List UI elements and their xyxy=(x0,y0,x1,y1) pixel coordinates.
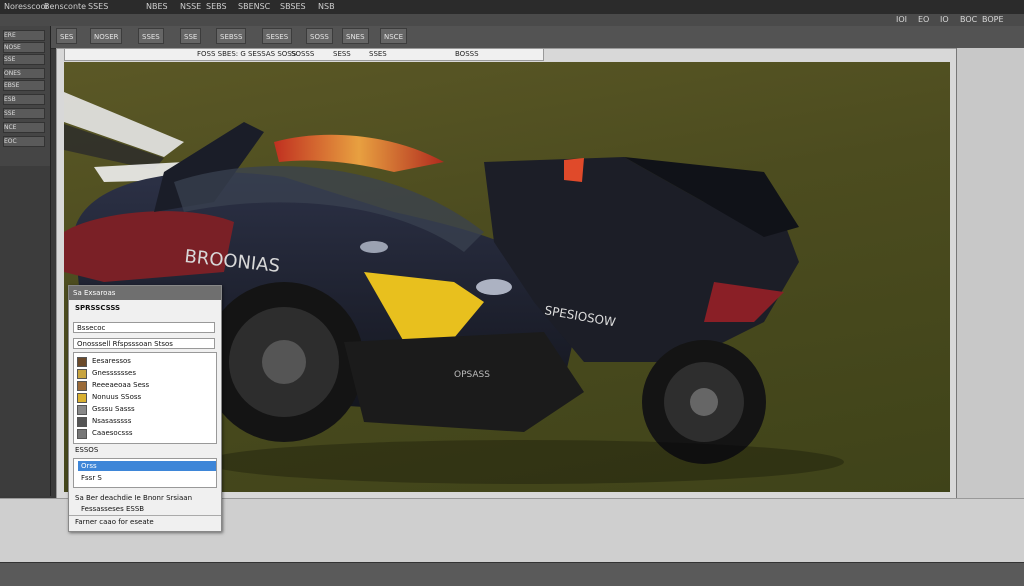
menu-item[interactable]: Noresscoor xyxy=(4,2,49,11)
menu-item[interactable]: NSSE xyxy=(180,2,201,11)
document-field[interactable]: SOSSS xyxy=(291,50,314,58)
menu-item[interactable]: SBSES xyxy=(280,2,306,11)
divider xyxy=(69,515,221,516)
menu-bar: Noresscoor Bensconte SSES NBES NSSE SEBS… xyxy=(0,0,1024,15)
option-selected[interactable]: Orss xyxy=(78,461,216,471)
toolbar-button[interactable]: SOSS xyxy=(306,28,333,44)
left-panel-item[interactable]: NCE xyxy=(3,122,45,133)
toolbar-button[interactable]: SSES xyxy=(138,28,164,44)
menu-item[interactable]: NSB xyxy=(318,2,335,11)
left-panel-item[interactable]: ONES xyxy=(3,68,45,79)
top-right-item[interactable]: IO xyxy=(940,15,949,24)
left-panel: ERE NOSE SSE ONES EBSE ESB SSE NCE EOC xyxy=(0,26,51,496)
list-item[interactable]: Gsssu Sasss xyxy=(92,405,135,413)
menu-item[interactable]: Bensconte xyxy=(44,2,86,11)
document-tab[interactable]: FOSS SBES: G SESSAS SOSS SOSSS SESS SSES… xyxy=(64,48,544,61)
dialog-footer-text: Sa Ber deachdie Ie Bnonr Srsiaan xyxy=(75,494,193,502)
toolbar-button[interactable]: SESES xyxy=(262,28,293,44)
menu-item[interactable]: SSES xyxy=(88,2,108,11)
document-title: FOSS SBES: G SESSAS SOSS xyxy=(197,50,297,58)
toolbar-button[interactable]: SSE xyxy=(180,28,202,44)
list-item[interactable]: Nonuus SSoss xyxy=(92,393,141,401)
toolbar-button[interactable]: NSCE xyxy=(380,28,407,44)
dialog-field[interactable]: Bssecoc xyxy=(73,322,215,333)
dialog-title: Sa Exsaroas xyxy=(69,286,221,300)
list-item[interactable]: Nsasasssss xyxy=(92,417,131,425)
top-right-item[interactable]: EO xyxy=(918,15,929,24)
document-field[interactable]: SESS xyxy=(333,50,351,58)
dialog-footer-text: Farner caao for eseate xyxy=(75,518,154,526)
menu-item[interactable]: SEBS xyxy=(206,2,227,11)
bike-decal-bottom: OPSASS xyxy=(454,370,490,380)
left-panel-layers xyxy=(0,166,50,496)
right-panel xyxy=(956,48,1024,498)
menu-item[interactable]: SBENSC xyxy=(238,2,270,11)
left-panel-item[interactable]: SSE xyxy=(3,54,45,65)
list-item[interactable]: Gnesssssses xyxy=(92,369,136,377)
list-item-icon xyxy=(77,405,87,415)
document-field[interactable]: BOSSS xyxy=(455,50,479,58)
top-right-item[interactable]: BOC xyxy=(960,15,977,24)
toolbar-button[interactable]: NOSER xyxy=(90,28,123,44)
list-item-icon xyxy=(77,381,87,391)
list-item-icon xyxy=(77,393,87,403)
list-item[interactable]: Caaesocsss xyxy=(92,429,133,437)
select-label: ESSOS xyxy=(75,446,99,454)
toolbar-button[interactable]: SES xyxy=(56,28,78,44)
left-panel-item[interactable]: NOSE xyxy=(3,42,45,53)
toolbar-button[interactable]: SEBSS xyxy=(216,28,247,44)
left-panel-item[interactable]: SSE xyxy=(3,108,45,119)
left-panel-item[interactable]: EBSE xyxy=(3,80,45,91)
dialog-footer-text: Fessasseses ESSB xyxy=(81,505,145,513)
toolbar: SES NOSER SSES SSE SEBSS SESES SOSS SNES… xyxy=(0,26,1024,49)
list-item-icon xyxy=(77,369,87,379)
document-field[interactable]: SSES xyxy=(369,50,387,58)
toolbar-button[interactable]: SNES xyxy=(342,28,369,44)
list-item-icon xyxy=(77,357,87,367)
settings-dialog: Sa Exsaroas SPRSSCSSS Bssecoc Onosssell … xyxy=(68,285,222,532)
top-right-item[interactable]: IOI xyxy=(896,15,907,24)
list-item-icon xyxy=(77,429,87,439)
left-panel-item[interactable]: ERE xyxy=(3,30,45,41)
top-right-item[interactable]: BOPE xyxy=(982,15,1004,24)
dialog-field[interactable]: Onosssell Rfspsssoan Stsos xyxy=(73,338,215,349)
list-item-icon xyxy=(77,417,87,427)
bottom-strip xyxy=(0,562,1024,586)
list-item[interactable]: Reeeaeoaa Sess xyxy=(92,381,149,389)
dialog-heading: SPRSSCSSS xyxy=(75,304,121,312)
dialog-list: Eesaressos Gnesssssses Reeeaeoaa Sess No… xyxy=(73,352,217,444)
option-item[interactable]: Fssr S xyxy=(78,473,216,483)
option-list: Orss Fssr S xyxy=(73,458,217,488)
left-panel-item[interactable]: ESB xyxy=(3,94,45,105)
menu-item[interactable]: NBES xyxy=(146,2,168,11)
list-item[interactable]: Eesaressos xyxy=(92,357,131,365)
left-panel-item[interactable]: EOC xyxy=(3,136,45,147)
